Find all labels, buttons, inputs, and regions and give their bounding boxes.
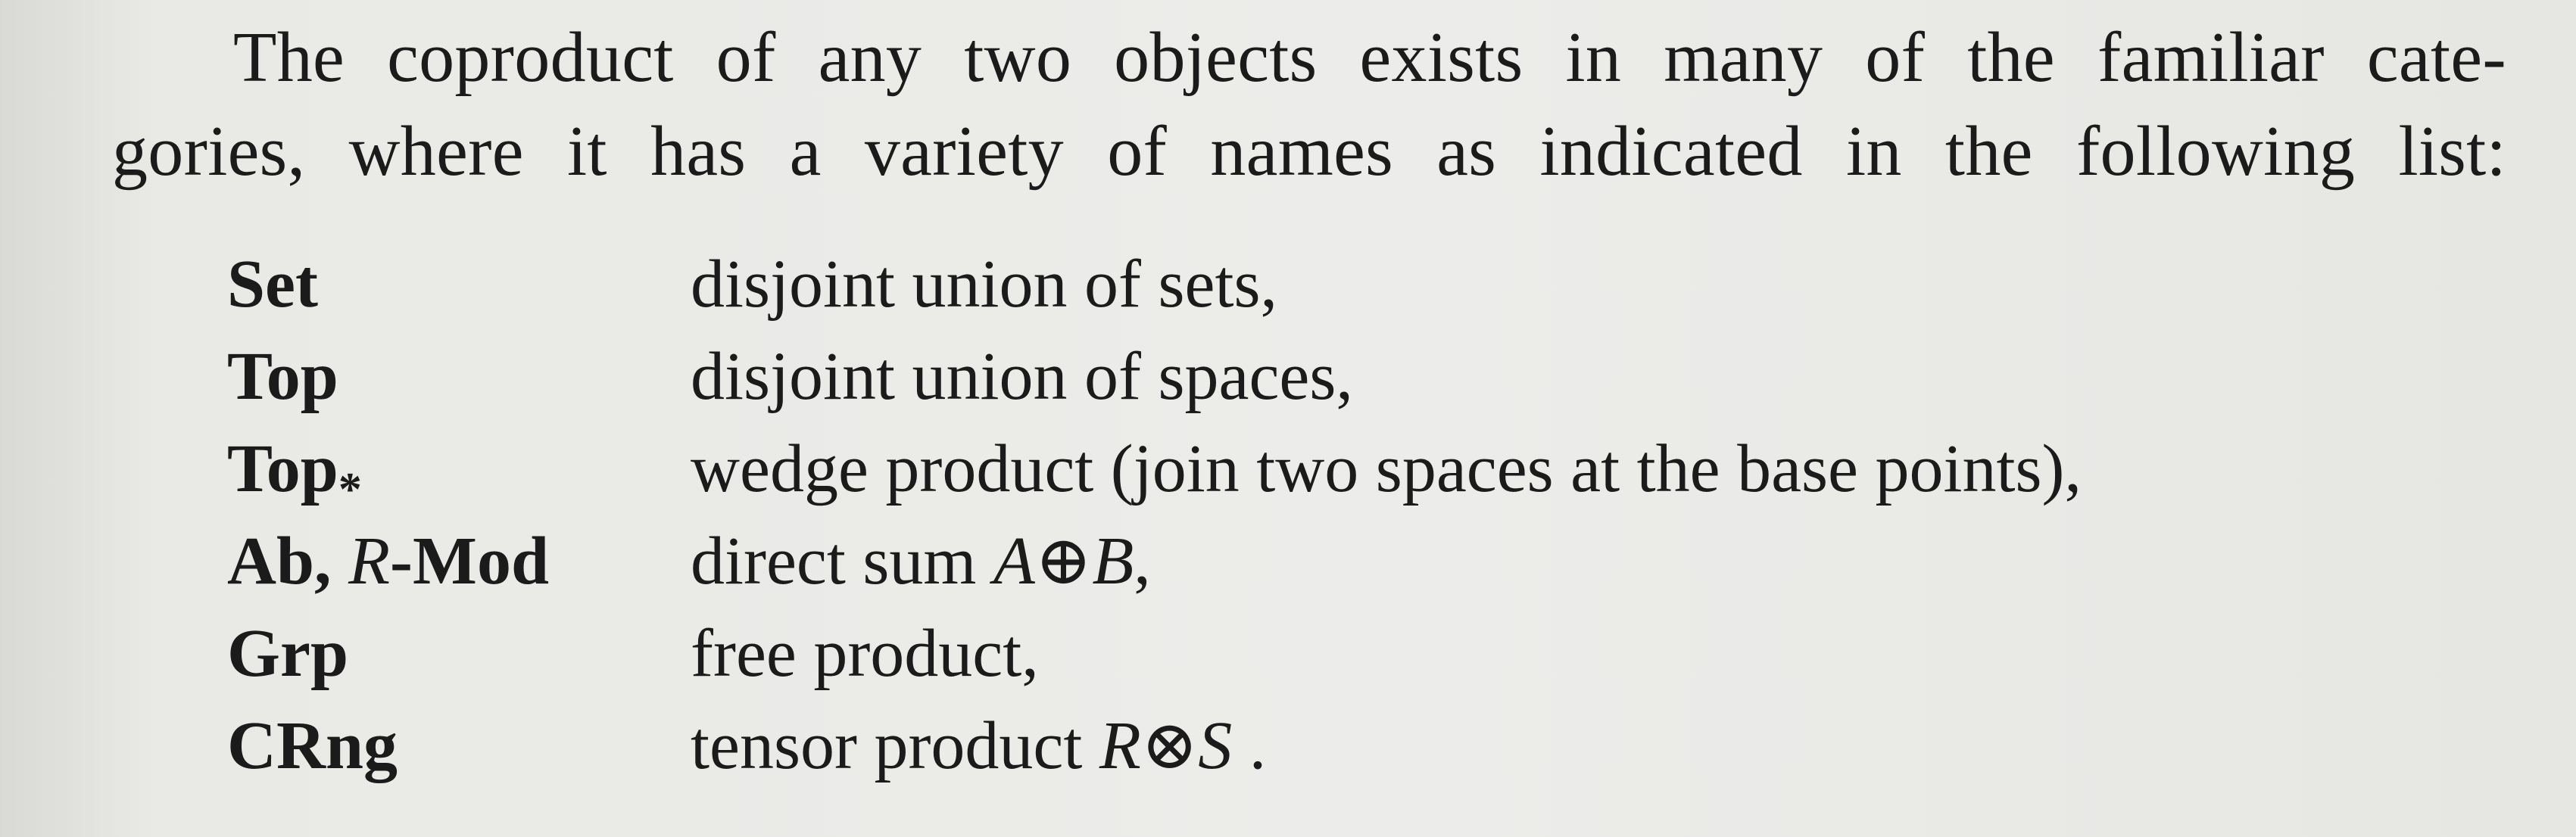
coproduct-list: Set disjoint union of sets, Top disjoint… (227, 238, 2537, 792)
category-name: CRng (227, 708, 398, 783)
description-prefix: tensor product (691, 708, 1099, 783)
math-variable: B (1092, 524, 1134, 599)
category-name: Grp (227, 616, 349, 691)
category-description: wedge product (join two spaces at the ba… (691, 431, 2082, 506)
list-item: Top* wedge product (join two spaces at t… (227, 423, 2537, 515)
math-variable: S (1198, 708, 1233, 783)
description-suffix: . (1232, 708, 1267, 783)
list-item: Set disjoint union of sets, (227, 238, 2537, 331)
intro-line-1: The coproduct of any two objects exists … (233, 18, 2506, 97)
math-operator: ⊕ (1034, 524, 1093, 599)
text-page: The coproduct of any two objects exists … (0, 0, 2576, 837)
category-name: Top* (227, 423, 691, 515)
category-subscript: * (338, 464, 362, 515)
category-part-a: Ab, (227, 524, 349, 599)
math-operator: ⊗ (1140, 708, 1199, 783)
math-variable: R (1099, 708, 1141, 783)
math-variable: A (993, 524, 1035, 599)
category-name: Set (227, 247, 318, 322)
category-description: direct sum A⊕B, (691, 515, 1151, 608)
category-description: disjoint union of spaces, (691, 339, 1353, 414)
category-description: free product, (691, 616, 1039, 691)
description-prefix: direct sum (691, 524, 993, 599)
category-description: tensor product R⊗S . (691, 700, 1266, 792)
list-item: Top disjoint union of spaces, (227, 331, 2537, 423)
intro-paragraph: The coproduct of any two objects exists … (112, 11, 2506, 198)
category-description: disjoint union of sets, (691, 247, 1278, 322)
list-item: Ab, R-Mod direct sum A⊕B, (227, 515, 2537, 608)
category-part-b: -Mod (390, 524, 550, 599)
list-item: Grp free product, (227, 608, 2537, 700)
description-suffix: , (1134, 524, 1151, 599)
ring-variable: R (348, 524, 391, 599)
category-base: Top (227, 431, 338, 506)
category-name: Top (227, 339, 338, 414)
category-name: Ab, R-Mod (227, 515, 691, 608)
intro-line-2: gories, where it has a variety of names … (112, 112, 2506, 191)
list-item: CRng tensor product R⊗S . (227, 700, 2537, 792)
